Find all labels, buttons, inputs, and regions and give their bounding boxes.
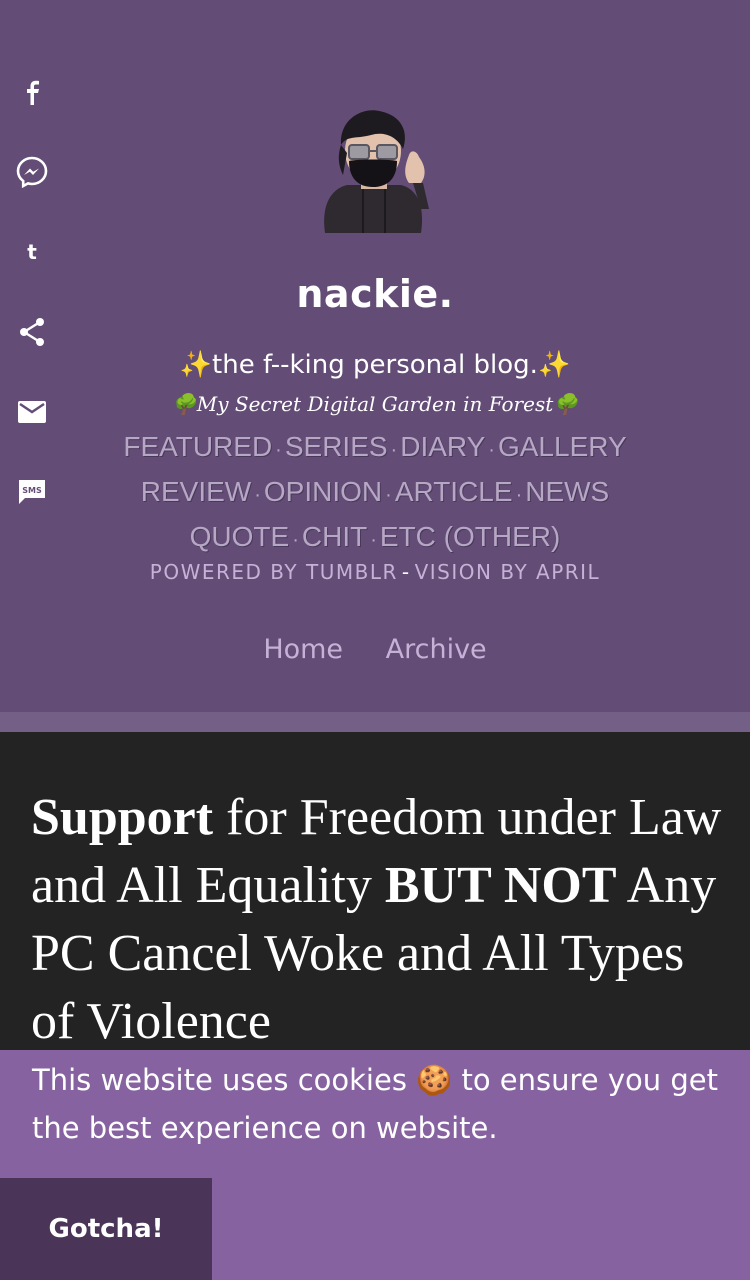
category-link-quote[interactable]: QUOTE [190, 521, 290, 552]
main-nav: Home Archive [0, 634, 750, 665]
credits-dash: - [401, 560, 411, 584]
blog-subtagline: 🌳My Secret Digital Garden in Forest🌳 [171, 392, 579, 416]
tumblr-icon: t [27, 240, 37, 264]
category-link-opinion[interactable]: OPINION [264, 476, 382, 507]
category-row: FEATURED · SERIES · DIARY · GALLERY [0, 426, 750, 471]
nav-home-link[interactable]: Home [263, 634, 343, 665]
blog-tagline: ✨the f--king personal blog.✨ [179, 350, 571, 380]
nav-archive-link[interactable]: Archive [386, 634, 487, 665]
category-nav: FEATURED · SERIES · DIARY · GALLERY REVIEW · OPI… [0, 426, 750, 561]
post-title-bold: BUT NOT [384, 857, 617, 914]
facebook-icon [27, 80, 39, 105]
cookie-message: This website uses cookies 🍪 to ensure yo… [32, 1063, 718, 1145]
separator: · [488, 439, 495, 461]
separator: · [515, 484, 523, 506]
category-link-news[interactable]: NEWS [525, 476, 609, 507]
separator: · [370, 529, 377, 551]
blog-header: t SMS nackie. ✨the f--king personal blog… [0, 0, 750, 712]
category-link-review[interactable]: REVIEW [141, 476, 251, 507]
avatar [324, 110, 429, 233]
cookie-banner: This website uses cookies 🍪 to ensure yo… [0, 1050, 750, 1280]
category-link-gallery[interactable]: GALLERY [498, 431, 627, 462]
vision-by-link[interactable]: VISION BY APRIL [415, 560, 601, 584]
cookie-accept-button[interactable]: Gotcha! [0, 1178, 212, 1280]
header-divider [0, 712, 750, 732]
category-link-article[interactable]: ARTICLE [395, 476, 513, 507]
messenger-share-button[interactable] [14, 154, 50, 190]
separator: · [292, 529, 299, 551]
separator: · [275, 439, 282, 461]
separator: · [385, 484, 392, 506]
separator: · [254, 484, 261, 506]
category-link-featured[interactable]: FEATURED [123, 431, 272, 462]
post-title-bold: Support [31, 789, 214, 846]
category-link-series[interactable]: SERIES [285, 431, 388, 462]
powered-by-link[interactable]: POWERED BY TUMBLR [150, 560, 398, 584]
blog-title[interactable]: nackie. [0, 272, 750, 316]
category-link-etc[interactable]: ETC (OTHER) [380, 521, 560, 552]
facebook-share-button[interactable] [14, 74, 50, 110]
category-row: QUOTE · CHIT · ETC (OTHER) [0, 516, 750, 561]
category-link-diary[interactable]: DIARY [400, 431, 485, 462]
generic-share-button[interactable] [14, 314, 50, 350]
post-title[interactable]: Support for Freedom under Law and All Eq… [31, 784, 731, 1056]
tumblr-share-button[interactable]: t [14, 234, 50, 270]
svg-text:t: t [27, 240, 37, 264]
separator: · [390, 439, 398, 461]
category-row: REVIEW · OPINION · ARTICLE · NEWS [0, 471, 750, 516]
messenger-icon [16, 156, 48, 188]
share-icon [20, 318, 44, 346]
theme-credits: POWERED BY TUMBLR - VISION BY APRIL [0, 560, 750, 584]
category-link-chit[interactable]: CHIT [302, 521, 367, 552]
